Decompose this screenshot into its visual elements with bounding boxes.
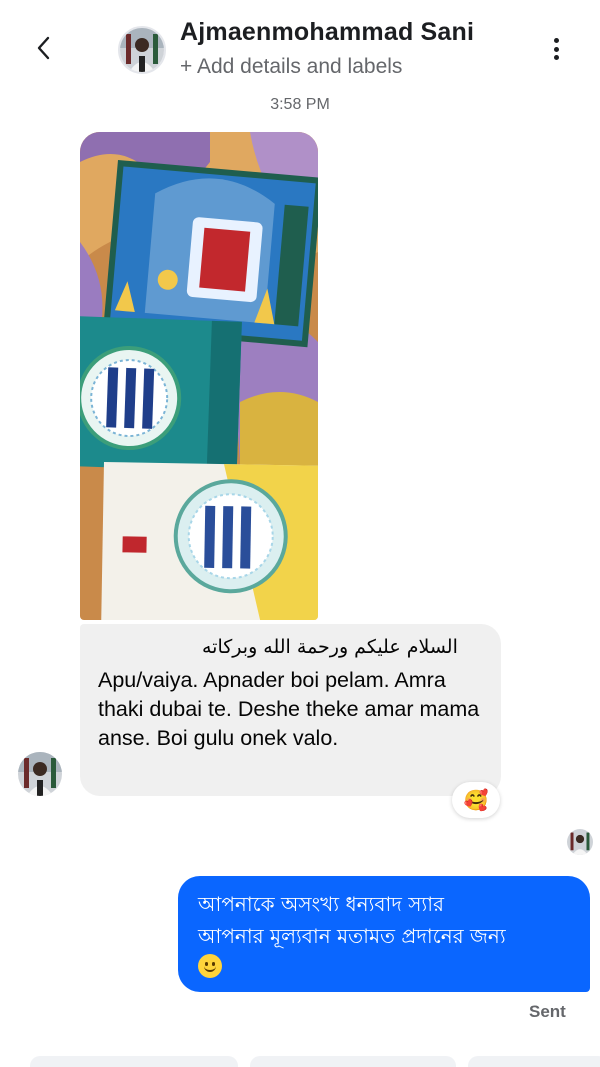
quick-reply-chip[interactable]: [468, 1056, 600, 1067]
contact-name[interactable]: Ajmaenmohammad Sani: [180, 18, 474, 47]
chat-header: Ajmaenmohammad Sani + Add details and la…: [0, 0, 600, 92]
outgoing-message-bubble[interactable]: আপনাকে অসংখ্য ধন্যবাদ স্যার আপনার মূল্যব…: [178, 876, 590, 992]
smiling-face-icon: [198, 954, 222, 978]
message-status: Sent: [529, 1002, 566, 1021]
smiling-face-with-hearts-icon: 🥰: [463, 789, 489, 812]
outgoing-message-line-1: আপনাকে অসংখ্য ধন্যবাদ স্যার: [198, 892, 445, 916]
back-button[interactable]: [26, 30, 62, 66]
quick-reply-chip[interactable]: [30, 1056, 238, 1067]
sender-avatar[interactable]: [18, 752, 62, 796]
quick-reply-chip[interactable]: [250, 1056, 456, 1067]
contact-avatar[interactable]: [118, 26, 166, 74]
incoming-message-bubble[interactable]: السلام عليكم ورحمة الله وبركاته Apu/vaiy…: [80, 624, 501, 796]
incoming-message-text: Apu/vaiya. Apnader boi pelam. Amra thaki…: [98, 668, 480, 750]
message-reaction[interactable]: 🥰: [452, 782, 500, 818]
chevron-left-icon: [37, 36, 50, 60]
shared-photo[interactable]: [80, 132, 318, 620]
outgoing-message-line-2: আপনার মূল্যবান মতামত প্রদানের জন্য: [198, 924, 506, 948]
more-vertical-icon: [553, 38, 559, 43]
more-options-button[interactable]: [540, 32, 572, 66]
seen-indicator-avatar: [567, 829, 593, 855]
arabic-greeting: السلام عليكم ورحمة الله وبركاته: [202, 636, 458, 658]
add-details-link[interactable]: + Add details and labels: [180, 55, 402, 79]
quick-reply-bar: [0, 1056, 600, 1067]
message-timestamp: 3:58 PM: [270, 96, 330, 113]
